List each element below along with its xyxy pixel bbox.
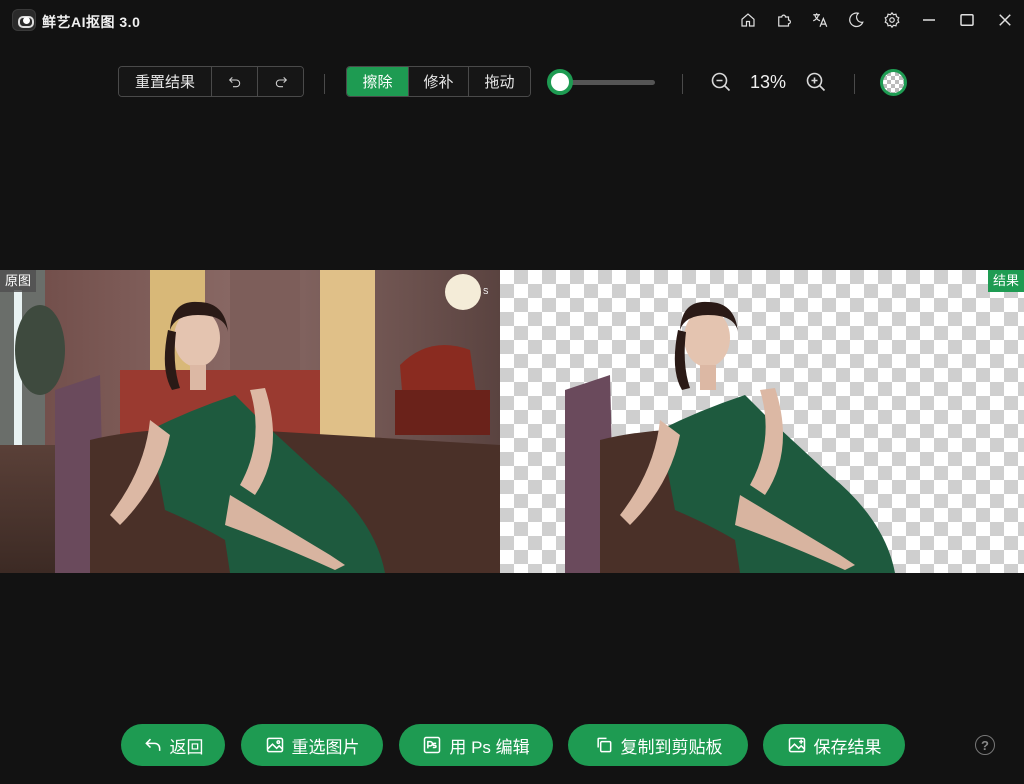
home-icon[interactable] — [730, 2, 766, 38]
dark-mode-icon[interactable] — [838, 2, 874, 38]
undo-icon — [228, 76, 240, 87]
edit-in-ps-label: 用 Ps 编辑 — [449, 737, 530, 757]
original-photo: S — [0, 270, 500, 573]
copy-to-clipboard-label: 复制到剪贴板 — [620, 737, 723, 757]
ps-icon — [424, 736, 441, 754]
back-button-label: 返回 — [169, 737, 204, 757]
edit-in-ps-button[interactable]: 用 Ps 编辑 — [399, 724, 553, 766]
history-group: 重置结果 — [118, 66, 304, 97]
maximize-icon[interactable] — [948, 2, 986, 38]
minimize-icon[interactable] — [910, 2, 948, 38]
svg-text:S: S — [483, 287, 488, 296]
title-bar-icons — [730, 0, 1024, 40]
original-image-panel[interactable]: S 原图 — [0, 270, 500, 573]
save-result-label: 保存结果 — [813, 737, 882, 757]
brush-size-slider[interactable] — [547, 69, 657, 95]
toolbar-divider — [854, 74, 855, 94]
toolbar-divider — [682, 74, 683, 94]
zoom-out-icon[interactable] — [709, 70, 733, 94]
app-logo-icon — [12, 9, 36, 31]
transparent-background-toggle[interactable] — [880, 69, 907, 96]
mode-group: 擦除 修补 拖动 — [346, 66, 531, 97]
back-arrow-icon — [144, 738, 160, 751]
reselect-image-button[interactable]: 重选图片 — [241, 724, 383, 766]
reselect-image-label: 重选图片 — [291, 737, 360, 757]
copy-icon — [596, 737, 611, 753]
help-icon[interactable]: ? — [975, 735, 995, 755]
result-image-panel[interactable]: 结果 — [500, 270, 1024, 573]
app-title: 鲜艺AI抠图 3.0 — [42, 14, 141, 30]
result-image-label: 结果 — [987, 270, 1024, 292]
redo-icon — [275, 76, 287, 87]
redo-button[interactable] — [258, 67, 303, 96]
translate-icon[interactable] — [802, 2, 838, 38]
zoom-in-icon[interactable] — [804, 70, 828, 94]
copy-to-clipboard-button[interactable]: 复制到剪贴板 — [568, 724, 748, 766]
save-image-icon — [788, 737, 805, 753]
save-result-button[interactable]: 保存结果 — [763, 724, 905, 766]
mode-erase-button[interactable]: 擦除 — [347, 67, 409, 96]
settings-gear-icon[interactable] — [874, 2, 910, 38]
undo-button[interactable] — [212, 67, 258, 96]
toolbar-divider — [324, 74, 325, 94]
slider-thumb[interactable] — [547, 69, 573, 95]
zoom-level: 13% — [750, 72, 787, 92]
back-button[interactable]: 返回 — [121, 724, 225, 766]
close-icon[interactable] — [986, 2, 1024, 38]
plugin-icon[interactable] — [766, 2, 802, 38]
mode-repair-button[interactable]: 修补 — [409, 67, 469, 96]
mode-drag-button[interactable]: 拖动 — [469, 67, 530, 96]
image-canvas[interactable]: S 原图 结果 — [0, 270, 1024, 573]
original-image-label: 原图 — [0, 270, 37, 292]
edit-toolbar: 重置结果 擦除 修补 拖动 13% — [0, 62, 1024, 102]
action-bar: 返回 重选图片 用 Ps 编辑 复制到剪贴板 保存结果 ? — [0, 724, 1024, 768]
result-cutout — [565, 301, 895, 573]
reset-result-button[interactable]: 重置结果 — [119, 67, 212, 96]
image-icon — [266, 737, 283, 753]
title-bar: 鲜艺AI抠图 3.0 — [0, 0, 1024, 40]
